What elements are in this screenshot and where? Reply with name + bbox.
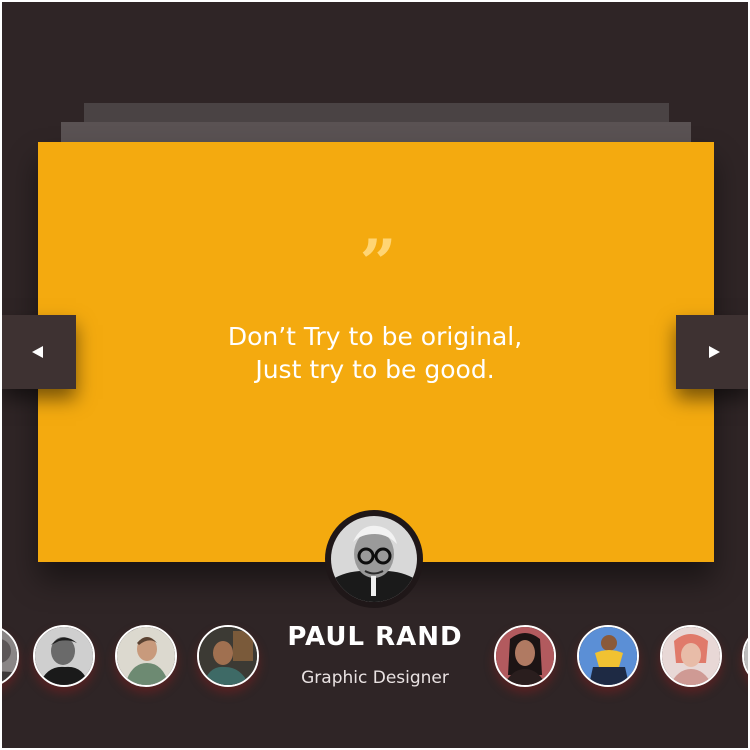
quote-line: Don’t Try to be original, bbox=[227, 322, 523, 351]
avatar-thumbnail[interactable] bbox=[577, 625, 639, 687]
quote-line: Just try to be good. bbox=[255, 355, 495, 384]
avatar-thumbnail[interactable] bbox=[197, 625, 259, 687]
avatar-thumbnail[interactable] bbox=[494, 625, 556, 687]
avatar-thumbnail[interactable] bbox=[33, 625, 95, 687]
active-avatar bbox=[325, 510, 423, 608]
chevron-right-icon bbox=[709, 346, 720, 358]
quote-icon: ” bbox=[359, 226, 397, 301]
prev-button[interactable] bbox=[2, 315, 76, 389]
next-button[interactable] bbox=[676, 315, 748, 389]
avatar-thumbnail[interactable] bbox=[660, 625, 722, 687]
avatar-thumbnail[interactable] bbox=[115, 625, 177, 687]
quote-text: Don’t Try to be original, Just try to be… bbox=[2, 320, 748, 386]
person-role: Graphic Designer bbox=[301, 668, 449, 688]
testimonial-slider: ” Don’t Try to be original, Just try to … bbox=[2, 2, 748, 748]
chevron-left-icon bbox=[32, 346, 43, 358]
